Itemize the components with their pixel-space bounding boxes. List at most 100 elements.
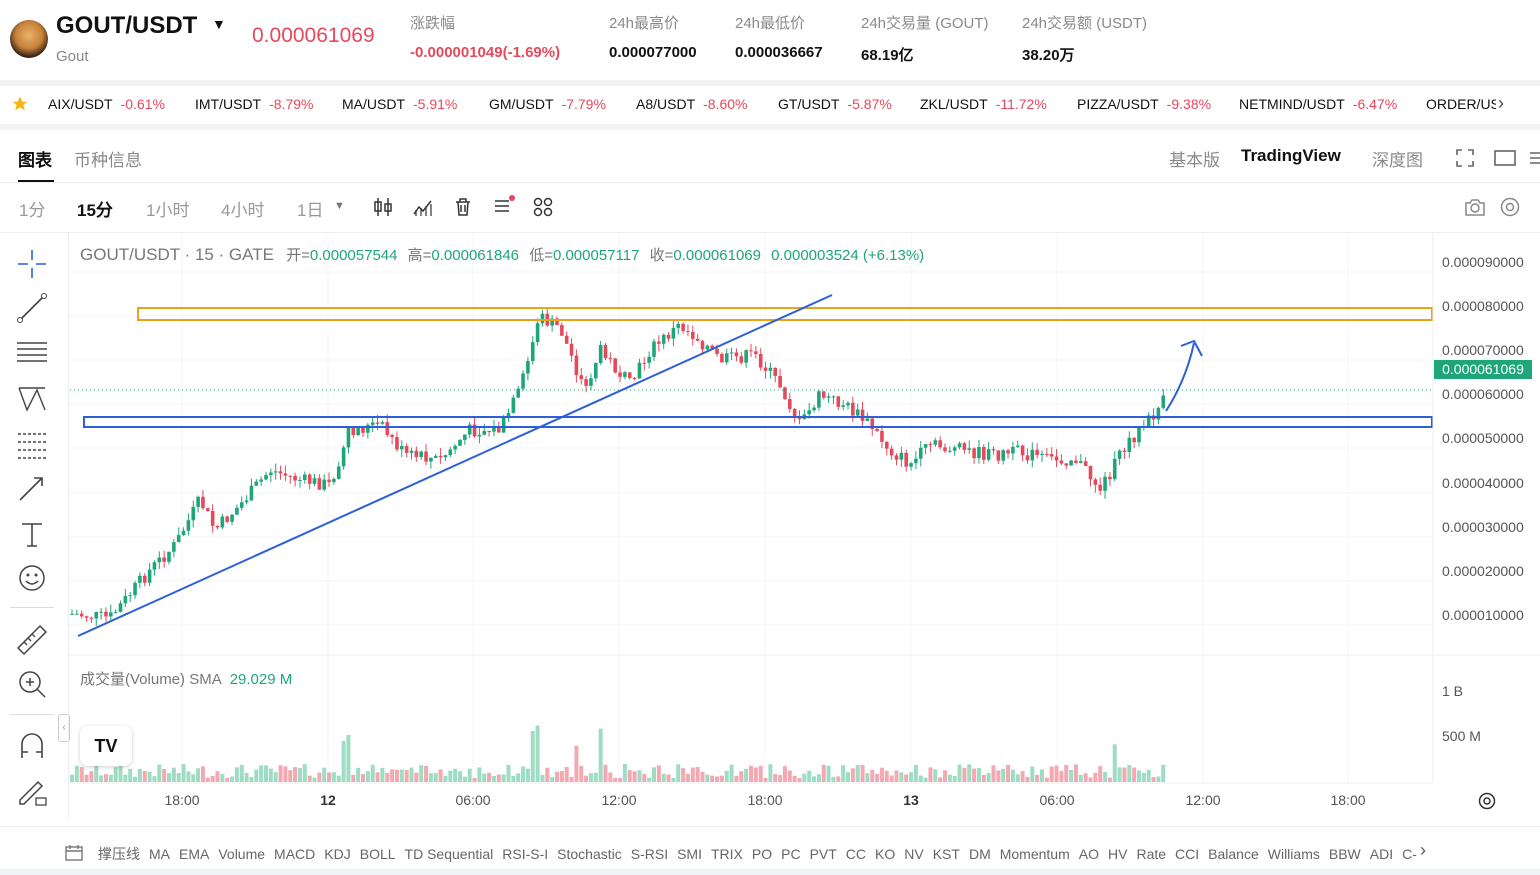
volume-bar <box>996 770 1001 782</box>
volume-bar <box>676 764 681 782</box>
volume-bar <box>957 764 962 782</box>
chevron-right-icon[interactable]: › <box>1420 840 1426 861</box>
volume-bar <box>307 775 312 782</box>
volume-bar <box>521 766 526 782</box>
candle-body <box>914 458 918 464</box>
volume-bar <box>234 767 239 782</box>
candle-body <box>327 479 331 483</box>
candle-body <box>623 372 627 377</box>
candle-body <box>273 471 278 473</box>
indicator-item[interactable]: PC <box>781 846 800 862</box>
support-zone[interactable] <box>83 416 1433 428</box>
price-axis-label: 0.000030000 <box>1442 519 1524 535</box>
candle-body <box>788 399 792 409</box>
indicator-item[interactable]: KDJ <box>324 846 350 862</box>
volume-bar <box>351 774 356 782</box>
indicator-item[interactable]: KST <box>933 846 960 862</box>
volume-bar <box>230 776 235 782</box>
resistance-zone[interactable] <box>137 307 1433 321</box>
indicator-item[interactable]: PO <box>752 846 772 862</box>
indicator-list: 撑压线 MA EMA Volume MACD KDJ BOLL TD Sequential RS… <box>98 844 1418 864</box>
volume-bar <box>176 772 181 782</box>
candle-body <box>230 514 234 522</box>
volume-bar <box>719 775 724 782</box>
candle-body <box>904 452 908 467</box>
candle-body <box>986 449 991 460</box>
indicator-item[interactable]: CCI <box>1175 846 1199 862</box>
indicator-item[interactable]: TD Sequential <box>405 846 494 862</box>
candle-body <box>1137 427 1141 443</box>
volume-bar <box>749 765 753 782</box>
volume-bar <box>196 768 201 782</box>
volume-bar <box>273 772 278 782</box>
volume-bar <box>661 773 666 782</box>
indicator-item[interactable]: ADI <box>1370 846 1393 862</box>
time-axis-label: 12 <box>320 792 336 808</box>
volume-bar <box>700 771 705 782</box>
candle-body <box>957 443 962 448</box>
indicator-item[interactable]: NV <box>904 846 923 862</box>
candle-body <box>1069 460 1073 466</box>
projection-arrow[interactable] <box>1165 342 1195 412</box>
indicator-item[interactable]: MACD <box>274 846 315 862</box>
indicator-item[interactable]: CC <box>846 846 866 862</box>
candle-body <box>400 446 404 450</box>
volume-legend: 成交量(Volume) SMA 29.029 M <box>80 671 293 688</box>
price-axis-label: 0.000010000 <box>1442 607 1524 623</box>
indicator-item[interactable]: Williams <box>1268 846 1320 862</box>
candle-body <box>535 323 540 343</box>
indicator-item[interactable]: KO <box>875 846 895 862</box>
indicator-item[interactable]: DM <box>969 846 991 862</box>
volume-bar <box>981 774 986 782</box>
candle-body <box>332 478 336 483</box>
candle-body <box>346 427 351 448</box>
candle-body <box>1127 437 1132 452</box>
calendar-icon[interactable] <box>64 844 84 862</box>
indicator-item[interactable]: C-F <box>1402 846 1418 862</box>
volume-bar <box>137 768 142 782</box>
volume-bar <box>947 774 952 782</box>
indicator-item[interactable]: BOLL <box>360 846 396 862</box>
indicator-item[interactable]: TRIX <box>711 846 743 862</box>
indicator-item[interactable]: Rate <box>1136 846 1166 862</box>
last-price-tag: 0.000061069 <box>1434 360 1532 379</box>
volume-bar <box>1137 770 1141 782</box>
tradingview-logo[interactable]: TV <box>80 726 132 766</box>
indicator-item[interactable]: 撑压线 <box>98 846 140 862</box>
volume-bar <box>758 765 763 782</box>
candle-body <box>1161 395 1166 408</box>
volume-bar <box>302 764 307 782</box>
volume-bar <box>559 771 564 782</box>
volume-bar <box>1010 769 1015 782</box>
indicator-item[interactable]: Stochastic <box>557 846 622 862</box>
indicator-item[interactable]: EMA <box>179 846 209 862</box>
volume-bar <box>390 769 395 782</box>
candle-body <box>448 449 453 456</box>
indicator-item[interactable]: RSI-S-I <box>502 846 548 862</box>
candle-body <box>1083 461 1088 466</box>
indicator-item[interactable]: BBW <box>1329 846 1361 862</box>
settings-icon[interactable] <box>1477 791 1497 811</box>
volume-bar <box>462 776 467 782</box>
volume-bar <box>894 770 899 782</box>
candle-body <box>783 387 787 400</box>
candle-body <box>909 463 913 467</box>
candle-body <box>540 313 545 324</box>
indicator-item[interactable]: MA <box>149 846 170 862</box>
indicator-item[interactable]: Momentum <box>1000 846 1070 862</box>
candlestick-chart[interactable] <box>0 0 1540 875</box>
time-axis-label: 18:00 <box>747 792 783 808</box>
volume-bar <box>962 767 967 782</box>
indicator-item[interactable]: HV <box>1108 846 1127 862</box>
close-value: 0.000061069 <box>673 247 761 264</box>
indicator-item[interactable]: AO <box>1079 846 1099 862</box>
indicator-item[interactable]: Balance <box>1208 846 1259 862</box>
indicator-item[interactable]: S-RSI <box>631 846 668 862</box>
indicator-item[interactable]: Volume <box>218 846 265 862</box>
candle-body <box>1074 460 1078 463</box>
candle-body <box>244 500 249 503</box>
indicator-item[interactable]: SMI <box>677 846 702 862</box>
trend-line[interactable] <box>77 294 833 637</box>
volume-bar <box>448 770 453 782</box>
indicator-item[interactable]: PVT <box>810 846 837 862</box>
